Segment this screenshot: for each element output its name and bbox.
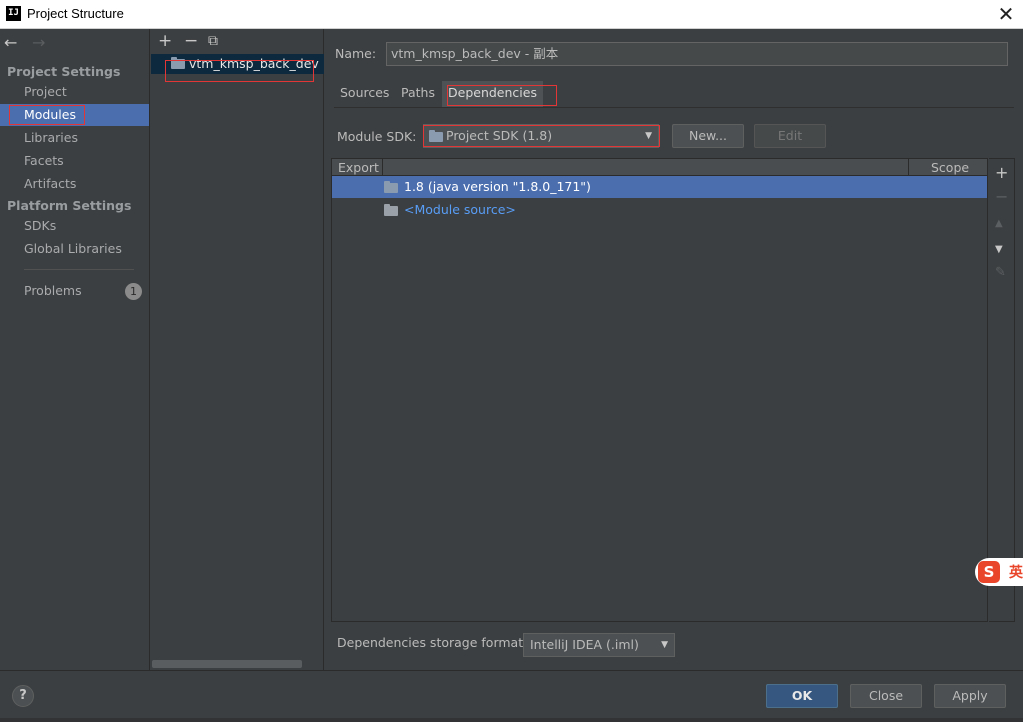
module-sdk-dropdown[interactable]: Project SDK (1.8) ▼ <box>423 124 659 148</box>
nav-item-project[interactable]: Project <box>0 81 149 103</box>
ok-button[interactable]: OK <box>766 684 838 708</box>
edit-dependency-icon[interactable]: ✎ <box>995 265 1006 281</box>
chevron-down-icon: ▼ <box>661 640 668 650</box>
module-sdk-label: Module SDK: <box>337 129 417 144</box>
settings-navigation: ← → Project Settings Project Modules Lib… <box>0 29 150 670</box>
tab-dependencies[interactable]: Dependencies <box>442 81 543 107</box>
column-divider <box>908 159 909 176</box>
help-icon[interactable]: ? <box>12 685 34 707</box>
dependency-toolbar: + − ▲ ▼ ✎ <box>989 158 1015 622</box>
nav-item-facets[interactable]: Facets <box>0 150 149 172</box>
storage-format-label: Dependencies storage format: <box>337 635 528 650</box>
copy-module-icon[interactable]: ⧉ <box>208 31 218 51</box>
move-up-icon[interactable]: ▲ <box>995 216 1003 232</box>
close-button[interactable]: Close <box>850 684 922 708</box>
title-bar: IJ Project Structure ✕ <box>0 0 1023 29</box>
move-down-icon[interactable]: ▼ <box>995 242 1003 258</box>
dependency-label: 1.8 (java version "1.8.0_171") <box>404 179 591 194</box>
window-title: Project Structure <box>27 6 124 21</box>
column-export[interactable]: Export <box>338 160 379 175</box>
dependencies-table-header: Export Scope <box>332 159 987 176</box>
column-divider <box>382 159 383 176</box>
add-dependency-icon[interactable]: + <box>995 165 1008 181</box>
remove-module-icon[interactable]: − <box>184 31 198 51</box>
storage-format-value: IntelliJ IDEA (.iml) <box>530 637 639 652</box>
dependencies-table: Export Scope 1.8 (java version "1.8.0_17… <box>331 158 988 622</box>
edit-sdk-button[interactable]: Edit <box>754 124 826 148</box>
nav-divider <box>24 269 134 270</box>
module-item-vtm-kmsp-back-dev[interactable]: vtm_kmsp_back_dev <box>151 54 324 74</box>
module-list-scrollbar[interactable] <box>152 660 302 668</box>
module-folder-icon <box>171 57 185 69</box>
module-name-input[interactable]: vtm_kmsp_back_dev - 副本 <box>386 42 1008 66</box>
module-list-panel: + − ⧉ vtm_kmsp_back_dev <box>151 29 324 670</box>
tab-sources[interactable]: Sources <box>334 81 395 107</box>
module-item-label: vtm_kmsp_back_dev <box>189 56 319 71</box>
dependency-label: <Module source> <box>404 202 516 217</box>
problems-label: Problems <box>24 283 82 298</box>
jdk-folder-icon <box>384 181 398 193</box>
nav-item-artifacts[interactable]: Artifacts <box>0 173 149 195</box>
new-sdk-button[interactable]: New... <box>672 124 744 148</box>
problems-count-badge: 1 <box>125 283 142 300</box>
nav-item-problems[interactable]: Problems 1 <box>0 280 149 302</box>
nav-item-libraries[interactable]: Libraries <box>0 127 149 149</box>
storage-format-dropdown[interactable]: IntelliJ IDEA (.iml) ▼ <box>523 633 675 657</box>
background-status-strip <box>0 718 1023 722</box>
ime-toolbar[interactable]: S 英 <box>975 558 1023 586</box>
dependency-row-jdk[interactable]: 1.8 (java version "1.8.0_171") <box>332 176 987 198</box>
back-arrow-icon[interactable]: ← <box>4 34 17 52</box>
source-folder-icon <box>384 204 398 216</box>
module-settings-panel: Name: vtm_kmsp_back_dev - 副本 Sources Pat… <box>325 29 1023 670</box>
nav-item-sdks[interactable]: SDKs <box>0 215 149 237</box>
nav-item-global-libraries[interactable]: Global Libraries <box>0 238 149 260</box>
dialog-footer: ? OK Close Apply <box>0 670 1023 718</box>
project-settings-heading: Project Settings <box>7 64 121 79</box>
sogou-logo-icon: S <box>978 561 1000 583</box>
intellij-logo-icon: IJ <box>6 6 21 21</box>
column-scope[interactable]: Scope <box>931 160 969 175</box>
tab-paths[interactable]: Paths <box>395 81 441 107</box>
sdk-folder-icon <box>429 130 443 142</box>
add-module-icon[interactable]: + <box>158 31 172 51</box>
module-sdk-value: Project SDK (1.8) <box>446 128 553 143</box>
tab-underline <box>334 107 1014 108</box>
name-label: Name: <box>335 46 377 61</box>
apply-button[interactable]: Apply <box>934 684 1006 708</box>
chevron-down-icon: ▼ <box>645 131 652 141</box>
close-window-icon[interactable]: ✕ <box>993 2 1019 26</box>
dependency-row-module-source[interactable]: <Module source> <box>332 199 987 221</box>
remove-dependency-icon[interactable]: − <box>995 189 1008 205</box>
ime-mode-label: 英 <box>1009 565 1023 581</box>
platform-settings-heading: Platform Settings <box>7 198 132 213</box>
forward-arrow-icon[interactable]: → <box>32 34 45 52</box>
nav-item-modules[interactable]: Modules <box>0 104 149 126</box>
module-toolbar: + − ⧉ <box>151 29 324 53</box>
